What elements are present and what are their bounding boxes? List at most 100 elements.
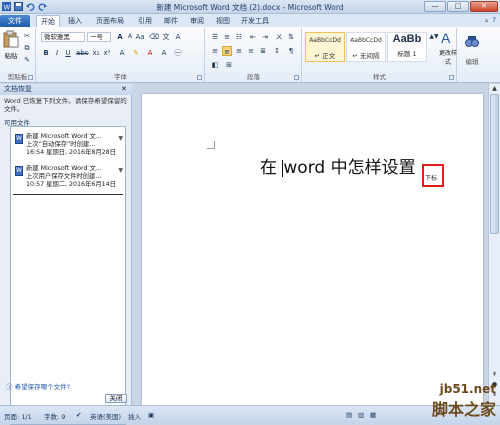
sort-icon[interactable]: ⇅ [286, 32, 296, 42]
highlight-icon[interactable]: ✎ [131, 48, 141, 58]
align-right-icon[interactable]: ≡ [234, 46, 244, 56]
editing-label: 编辑 [465, 58, 479, 66]
font-launcher-icon[interactable] [197, 75, 202, 80]
tab-home[interactable]: 开始 [36, 15, 60, 27]
tab-insert[interactable]: 插入 [64, 15, 86, 27]
tab-mailings[interactable]: 邮件 [160, 15, 182, 27]
chinese-layout-icon[interactable]: ㄨ [274, 32, 284, 42]
help-icon[interactable]: ? [492, 16, 496, 24]
editing-group[interactable]: 编辑 [458, 28, 486, 82]
clear-format-icon[interactable]: ⌫ [149, 32, 159, 42]
style-heading1[interactable]: AaBb 标题 1 [387, 32, 427, 62]
status-bar: 页面: 1/1 字数: 9 ✔ 英语(美国) 插入 ▣ ▤ ▥ ▦ [0, 405, 500, 424]
char-border-icon[interactable]: A [173, 32, 183, 42]
strikethrough-icon[interactable]: abc [76, 48, 89, 58]
vertical-scrollbar[interactable]: ▲ ⇞ ● ⇟ [488, 84, 500, 405]
tab-references[interactable]: 引用 [134, 15, 156, 27]
increase-indent-icon[interactable]: ⇥ [260, 32, 270, 42]
word-count[interactable]: 字数: 9 [44, 411, 65, 421]
font-color-icon[interactable]: A [145, 48, 155, 58]
document-page[interactable]: 在 word 中怎样设置 下标 [142, 94, 483, 405]
change-case-icon[interactable]: Aa [135, 32, 145, 42]
bold-icon[interactable]: B [41, 48, 51, 58]
scroll-up-icon[interactable]: ▲ [490, 84, 499, 93]
recovery-close-button[interactable]: 关闭 [105, 394, 127, 403]
numbering-icon[interactable]: ≡ [222, 32, 232, 42]
chevron-down-icon[interactable]: ▼ [118, 167, 123, 175]
title-bar: W 新建 Microsoft Word 文档 (2).docx - Micros… [0, 0, 500, 14]
paragraph-launcher-icon[interactable] [294, 75, 299, 80]
prev-page-icon[interactable]: ⇞ [490, 370, 499, 379]
maximize-button[interactable]: □ [447, 1, 469, 12]
multilevel-list-icon[interactable]: ☷ [234, 32, 244, 42]
recovery-file-item[interactable]: W 新建 Microsoft Word 文... 上次“自动保存”时创建... … [13, 133, 123, 161]
align-left-icon[interactable]: ≡ [210, 46, 220, 56]
subscript-icon[interactable]: x₂ [91, 48, 101, 58]
font-name-select[interactable]: 微软雅黑 [41, 32, 85, 42]
language-status[interactable]: 英语(美国) [90, 411, 121, 421]
text-effects-icon[interactable]: A [117, 48, 127, 58]
subscript-highlight-box: 下标 [422, 164, 444, 187]
insert-mode[interactable]: 插入 [128, 411, 141, 421]
style-normal-name: ↵ 正文 [314, 52, 336, 60]
justify-icon[interactable]: ≡ [246, 46, 256, 56]
page-count[interactable]: 页面: 1/1 [4, 411, 32, 421]
change-styles-button[interactable]: A 更改样式 [439, 30, 457, 66]
format-painter-icon[interactable]: ✎ [22, 55, 32, 65]
styles-more-icon[interactable]: ▲▼ [429, 32, 439, 62]
styles-launcher-icon[interactable] [449, 75, 454, 80]
copy-icon[interactable]: ⧉ [22, 43, 32, 53]
show-marks-icon[interactable]: ¶ [286, 46, 296, 56]
tab-developer[interactable]: 开发工具 [238, 15, 272, 27]
recovery-file-item[interactable]: W 新建 Microsoft Word 文... 上次用户保存文件时创建... … [13, 165, 123, 193]
cut-icon[interactable]: ✂ [22, 31, 32, 41]
close-button[interactable]: ✕ [470, 1, 498, 12]
tab-review[interactable]: 审阅 [186, 15, 208, 27]
full-screen-reading-icon[interactable]: ▥ [358, 411, 364, 419]
recovery-file-name: 新建 Microsoft Word 文... [26, 133, 102, 140]
which-file-link[interactable]: ⓘ 希望保存哪个文件? [6, 381, 70, 391]
font-size-select[interactable]: 一号 [87, 32, 111, 42]
paragraph-group: ☰ ≡ ☷ ⇤ ⇥ ㄨ ⇅ ≡ ≡ ≡ ≡ ≣ ↕ ◧ ⊞ ¶ 段落 [206, 28, 302, 82]
italic-icon[interactable]: I [52, 48, 62, 58]
paste-button[interactable]: 粘贴 [2, 30, 20, 60]
tab-page-layout[interactable]: 页面布局 [90, 15, 130, 27]
minimize-button[interactable]: — [424, 1, 446, 12]
watermark-url: jb51.net [439, 382, 496, 396]
change-styles-icon: A [441, 30, 451, 46]
bullets-icon[interactable]: ☰ [210, 32, 220, 42]
paste-label: 粘贴 [4, 52, 18, 60]
styles-group: AaBbCcDd ↵ 正文 AaBbCcDd ↵ 无间隔 AaBb 标题 1 ▲… [303, 28, 457, 82]
shading-icon[interactable]: ◧ [210, 60, 220, 70]
web-layout-icon[interactable]: ▦ [370, 411, 376, 419]
clipboard-launcher-icon[interactable] [28, 75, 33, 80]
chevron-down-icon[interactable]: ▼ [118, 135, 123, 143]
style-no-spacing[interactable]: AaBbCcDd ↵ 无间隔 [346, 32, 386, 62]
borders-icon[interactable]: ⊞ [224, 60, 234, 70]
char-shading-icon[interactable]: A [159, 48, 169, 58]
superscript-icon[interactable]: x² [102, 48, 112, 58]
tab-file[interactable]: 文件 [0, 15, 30, 27]
distributed-icon[interactable]: ≣ [258, 46, 268, 56]
proofing-icon[interactable]: ✔ [76, 411, 81, 419]
style-normal[interactable]: AaBbCcDd ↵ 正文 [305, 32, 345, 62]
line-spacing-icon[interactable]: ↕ [272, 46, 282, 56]
font-label: 字体 [114, 73, 127, 81]
underline-icon[interactable]: U [63, 48, 73, 58]
align-center-icon[interactable]: ≡ [222, 46, 232, 56]
enclose-char-icon[interactable]: ㊀ [173, 48, 183, 58]
paragraph-label: 段落 [247, 73, 260, 81]
phonetic-icon[interactable]: 文 [161, 32, 171, 42]
doc-text-start: 在 [260, 158, 283, 178]
macro-icon[interactable]: ▣ [148, 411, 154, 419]
document-body-text[interactable]: 在 word 中怎样设置 [260, 153, 416, 178]
ribbon-minimize-icon[interactable]: ▵ [485, 16, 489, 24]
shrink-font-icon[interactable]: A [125, 32, 135, 42]
tab-view[interactable]: 视图 [212, 15, 234, 27]
scroll-thumb[interactable] [490, 94, 499, 234]
decrease-indent-icon[interactable]: ⇤ [248, 32, 258, 42]
grow-font-icon[interactable]: A [115, 32, 125, 42]
pane-close-icon[interactable]: ✕ [121, 84, 127, 95]
doc-text-end: word 中怎样设置 [283, 158, 416, 178]
print-layout-icon[interactable]: ▤ [346, 411, 352, 419]
